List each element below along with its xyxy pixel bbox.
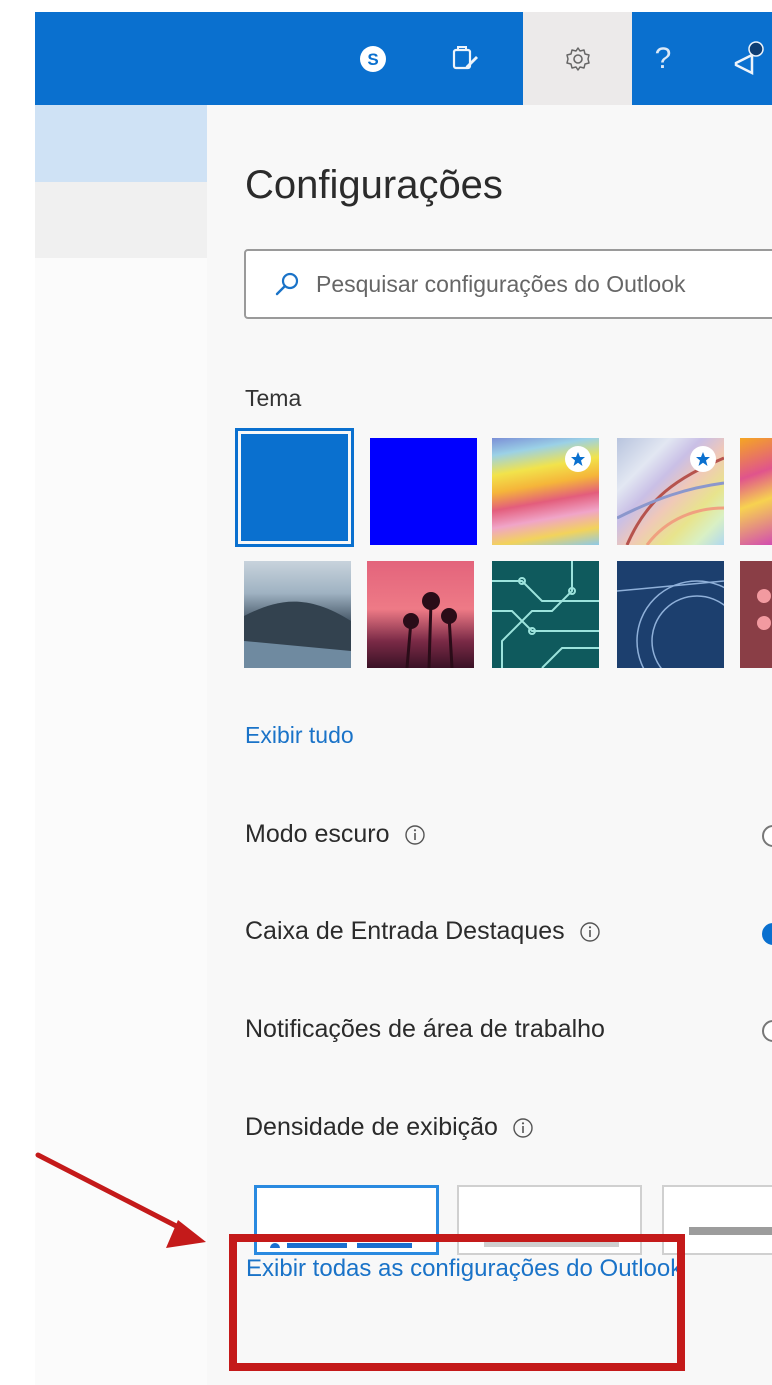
dark-mode-row: Modo escuro [245, 820, 426, 849]
view-all-themes-link[interactable]: Exibir tudo [245, 722, 354, 749]
premium-star-icon [565, 446, 591, 472]
theme-tile-circuit[interactable] [492, 561, 599, 668]
info-icon[interactable] [404, 824, 426, 846]
display-density-label: Densidade de exibição [245, 1113, 498, 1141]
svg-text:S: S [367, 50, 378, 69]
theme-tile-palm-sunset[interactable] [367, 561, 474, 668]
settings-search-box[interactable] [244, 249, 772, 319]
announcement-icon[interactable] [721, 12, 771, 105]
theme-tile-abstract[interactable] [617, 438, 724, 545]
feedback-icon[interactable] [443, 12, 487, 105]
dark-mode-label: Modo escuro [245, 820, 390, 848]
premium-star-icon [690, 446, 716, 472]
desktop-notifications-label: Notificações de área de trabalho [245, 1015, 605, 1043]
settings-panel: Configurações Tema Exibir tudo Modo escu… [207, 105, 772, 1385]
display-density-row: Densidade de exibição [245, 1113, 534, 1142]
window-edge [0, 0, 35, 1385]
theme-tile-pink-lights[interactable] [740, 561, 772, 668]
desktop-notifications-row: Notificações de área de trabalho [245, 1015, 605, 1044]
info-icon[interactable] [579, 921, 601, 943]
info-icon[interactable] [512, 1117, 534, 1139]
gear-icon[interactable] [523, 12, 632, 105]
dark-mode-toggle[interactable] [762, 825, 772, 847]
selected-row[interactable] [35, 105, 207, 182]
theme-tile-blue[interactable] [235, 428, 354, 547]
theme-label: Tema [245, 385, 302, 411]
focused-inbox-label: Caixa de Entrada Destaques [245, 917, 565, 945]
theme-tile-bright-blue[interactable] [370, 438, 477, 545]
list-row[interactable] [35, 182, 207, 258]
folder-pane [35, 105, 207, 1385]
desktop-notifications-toggle[interactable] [762, 1020, 772, 1042]
header-bar: S ? [35, 12, 772, 105]
search-icon [274, 271, 300, 297]
theme-tile-blueprint[interactable] [617, 561, 724, 668]
panel-title: Configurações [245, 163, 503, 207]
theme-tile-colorful[interactable] [740, 438, 772, 545]
settings-search-input[interactable] [314, 269, 738, 299]
focused-inbox-toggle[interactable] [762, 923, 772, 945]
focused-inbox-row: Caixa de Entrada Destaques [245, 917, 601, 946]
theme-tile-mountain[interactable] [244, 561, 351, 668]
skype-icon[interactable]: S [353, 12, 393, 105]
annotation-highlight-box [229, 1234, 685, 1371]
help-icon[interactable]: ? [641, 12, 685, 105]
theme-tile-rainbow[interactable] [492, 438, 599, 545]
